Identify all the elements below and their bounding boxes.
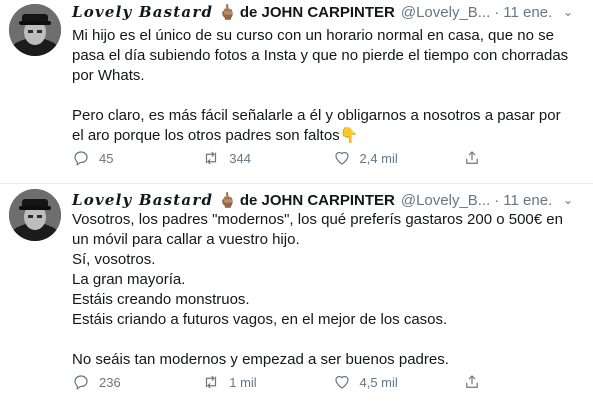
separator: ·: [494, 191, 500, 209]
text-line: Mi hijo es el único de su curso con un h…: [72, 27, 554, 44]
heart-icon: [334, 375, 349, 389]
reply-count: 236: [99, 374, 121, 390]
text-line: No seáis tan modernos y empezad a ser bu…: [72, 351, 449, 368]
share-icon: [465, 375, 478, 388]
display-name[interactable]: Lovely Bastard: [72, 3, 213, 21]
like-button[interactable]: 4,5 mil: [333, 373, 463, 391]
chevron-down-icon[interactable]: ⌄: [563, 5, 573, 19]
text-line: Sí, vosotros.: [72, 251, 156, 268]
display-name[interactable]: Lovely Bastard: [72, 191, 213, 209]
display-name-suffix[interactable]: de JOHN CARPINTER: [240, 192, 395, 209]
text-line: Pero claro, es más fácil señalarle a él …: [72, 107, 561, 124]
reply-icon: [74, 375, 88, 390]
retweet-icon: [206, 151, 217, 165]
tweet-actions: 45 344 2,4 mil: [72, 146, 593, 170]
retweet-button[interactable]: 1 mil: [202, 373, 332, 391]
tweet-text: Mi hijo es el único de su curso con un h…: [72, 26, 581, 146]
reply-button[interactable]: 45: [72, 149, 202, 167]
reply-count: 45: [99, 150, 114, 166]
handle[interactable]: @Lovely_B...: [401, 192, 490, 209]
handle[interactable]: @Lovely_B...: [401, 4, 490, 21]
middle-finger-emoji: 🖕🏽: [218, 4, 237, 21]
text-line: por Whats.: [72, 67, 145, 84]
retweet-button[interactable]: 344: [202, 149, 332, 167]
timestamp[interactable]: 11 ene.: [503, 4, 552, 21]
timestamp[interactable]: 11 ene.: [503, 192, 552, 209]
tweet-actions: 236 1 mil 4,5 mil: [72, 370, 593, 394]
separator: ·: [494, 3, 500, 21]
text-line: Vosotros, los padres "modernos", los qué…: [72, 211, 563, 228]
middle-finger-emoji: 🖕🏽: [218, 192, 237, 209]
text-line: el aro porque los otros padres son falto…: [72, 127, 359, 144]
chevron-down-icon[interactable]: ⌄: [563, 193, 573, 207]
like-button[interactable]: 2,4 mil: [333, 149, 463, 167]
text-line: un móvil para callar a vuestro hijo.: [72, 231, 300, 248]
tweet-header: Lovely Bastard 🖕🏽 de JOHN CARPINTER @Lov…: [72, 190, 583, 210]
reply-icon: [74, 151, 88, 166]
avatar[interactable]: [9, 4, 61, 56]
text-line: Estáis criando a futuros vagos, en el me…: [72, 311, 448, 328]
paragraph: No seáis tan modernos y empezad a ser bu…: [72, 350, 581, 370]
paragraph: Vosotros, los padres "modernos", los qué…: [72, 210, 581, 330]
share-icon: [465, 151, 478, 164]
like-count: 4,5 mil: [359, 374, 398, 390]
reply-button[interactable]: 236: [72, 373, 202, 391]
display-name-suffix[interactable]: de JOHN CARPINTER: [240, 4, 395, 21]
retweet-count: 1 mil: [229, 374, 257, 390]
retweet-icon: [206, 375, 217, 389]
paragraph: Mi hijo es el único de su curso con un h…: [72, 26, 581, 86]
share-button[interactable]: [463, 373, 593, 391]
tweet-header: Lovely Bastard 🖕🏽 de JOHN CARPINTER @Lov…: [72, 2, 583, 22]
tweet[interactable]: Lovely Bastard 🖕🏽 de JOHN CARPINTER @Lov…: [0, 0, 593, 183]
heart-icon: [334, 151, 349, 165]
text-line: La gran mayoría.: [72, 271, 186, 288]
text-line: pasa el día subiendo fotos a Insta y que…: [72, 47, 569, 64]
avatar[interactable]: [9, 189, 61, 241]
tweet-text: Vosotros, los padres "modernos", los qué…: [72, 210, 581, 370]
retweet-count: 344: [229, 150, 251, 166]
text-line: Estáis creando monstruos.: [72, 291, 250, 308]
paragraph: Pero claro, es más fácil señalarle a él …: [72, 106, 581, 146]
tweet[interactable]: Lovely Bastard 🖕🏽 de JOHN CARPINTER @Lov…: [0, 183, 593, 403]
like-count: 2,4 mil: [359, 150, 398, 166]
share-button[interactable]: [463, 149, 593, 167]
